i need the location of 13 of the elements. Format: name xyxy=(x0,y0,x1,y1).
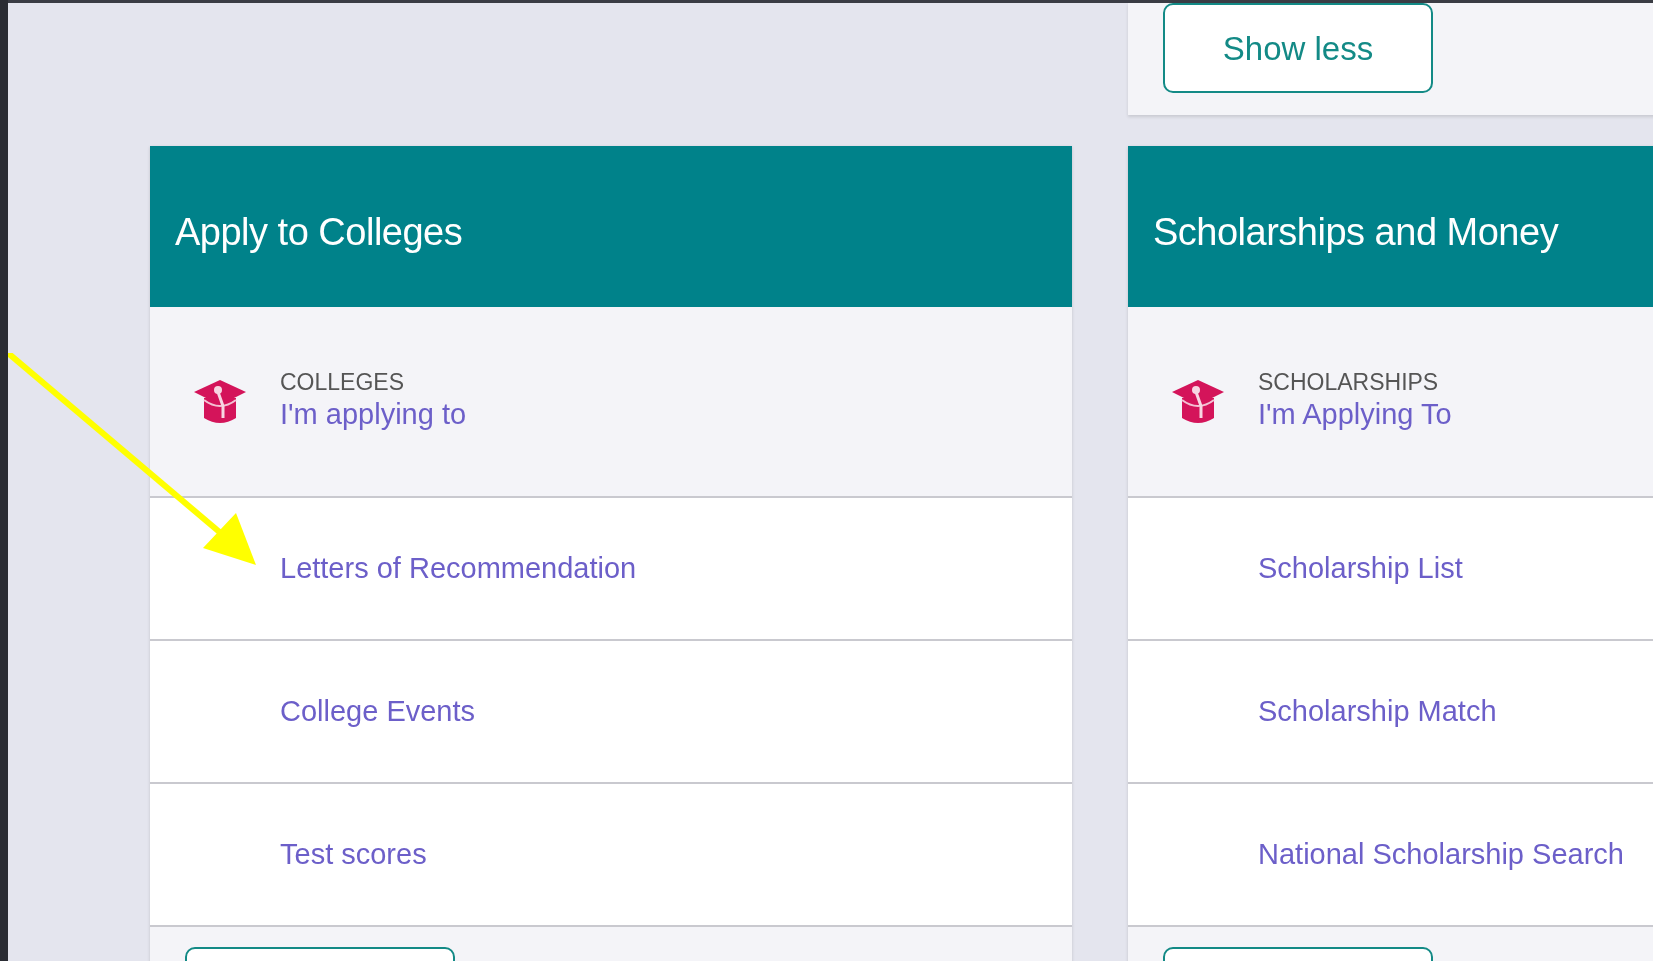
list-link[interactable]: National Scholarship Search xyxy=(1258,835,1624,874)
show-less-button[interactable]: Show less xyxy=(1163,3,1433,93)
category-label: COLLEGES xyxy=(280,368,405,397)
list-link[interactable]: Scholarship Match xyxy=(1258,692,1497,731)
list-link[interactable]: Test scores xyxy=(280,835,427,874)
list-link[interactable]: Scholarship List xyxy=(1258,549,1463,588)
category-label: SCHOLARSHIPS xyxy=(1258,368,1440,397)
list-link[interactable]: Letters of Recommendation xyxy=(280,549,637,588)
featured-link[interactable]: I'm Applying To xyxy=(1258,396,1452,435)
featured-link[interactable]: I'm applying to xyxy=(280,396,467,435)
card-title: Apply to Colleges xyxy=(175,210,463,255)
card-title: Scholarships and Money xyxy=(1153,210,1559,255)
list-link[interactable]: College Events xyxy=(280,692,476,731)
